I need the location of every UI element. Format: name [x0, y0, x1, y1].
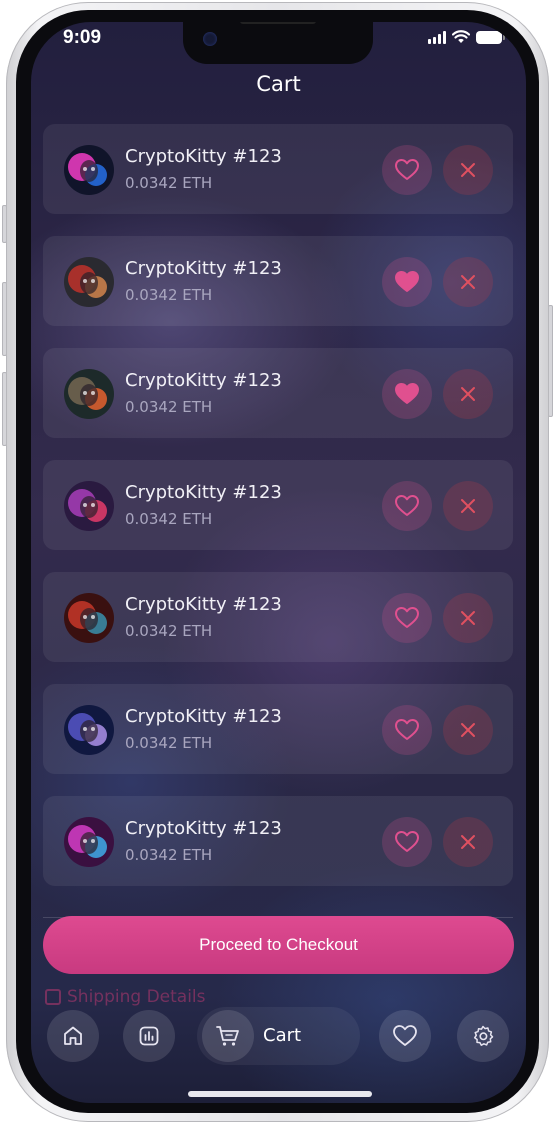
item-name: CryptoKitty #123 [125, 482, 282, 503]
close-icon [461, 611, 475, 625]
tab-bar: Cart [31, 1005, 526, 1071]
heart-icon [395, 719, 419, 740]
tab-home[interactable] [47, 1010, 99, 1062]
favorite-button[interactable] [382, 257, 432, 307]
nft-avatar [64, 145, 114, 195]
tab-cart-label: Cart [263, 1025, 302, 1046]
nft-avatar [64, 705, 114, 755]
cart-item[interactable]: CryptoKitty #123 0.0342 ETH [43, 796, 513, 886]
remove-button[interactable] [443, 481, 493, 531]
checkout-button[interactable]: Proceed to Checkout [43, 916, 514, 974]
nft-avatar [64, 369, 114, 419]
tab-favorites[interactable] [379, 1010, 431, 1062]
remove-button[interactable] [443, 705, 493, 755]
app-screen: 9:09 Cart CryptoKitty #123 0.0342 ETH Cr… [31, 22, 526, 1103]
status-time: 9:09 [63, 27, 102, 48]
tab-cart[interactable]: Cart [197, 1007, 360, 1065]
cart-item[interactable]: CryptoKitty #123 0.0342 ETH [43, 124, 513, 214]
nft-avatar [64, 817, 114, 867]
item-name: CryptoKitty #123 [125, 258, 282, 279]
heart-icon [395, 271, 419, 292]
signal-icon [428, 30, 446, 44]
front-camera [203, 32, 217, 46]
cart-item[interactable]: CryptoKitty #123 0.0342 ETH [43, 684, 513, 774]
cart-item[interactable]: CryptoKitty #123 0.0342 ETH [43, 572, 513, 662]
shipping-details-link[interactable]: Shipping Details [45, 987, 206, 1007]
speaker [240, 22, 316, 24]
item-name: CryptoKitty #123 [125, 818, 282, 839]
favorite-button[interactable] [382, 817, 432, 867]
close-icon [461, 275, 475, 289]
heart-icon [395, 159, 419, 180]
cart-item[interactable]: CryptoKitty #123 0.0342 ETH [43, 348, 513, 438]
favorite-button[interactable] [382, 481, 432, 531]
remove-button[interactable] [443, 257, 493, 307]
favorite-button[interactable] [382, 145, 432, 195]
nft-avatar [64, 257, 114, 307]
item-price: 0.0342 ETH [125, 846, 213, 864]
heart-icon [395, 831, 419, 852]
cart-list: CryptoKitty #123 0.0342 ETH CryptoKitty … [43, 124, 513, 908]
cart-item[interactable]: CryptoKitty #123 0.0342 ETH [43, 460, 513, 550]
wifi-icon [452, 30, 470, 43]
battery-icon [476, 30, 505, 44]
tab-settings[interactable] [457, 1010, 509, 1062]
cart-item[interactable]: CryptoKitty #123 0.0342 ETH [43, 236, 513, 326]
item-name: CryptoKitty #123 [125, 706, 282, 727]
shipping-label: Shipping Details [67, 987, 206, 1007]
chart-icon [139, 1026, 159, 1046]
nft-avatar [64, 593, 114, 643]
close-icon [461, 835, 475, 849]
item-price: 0.0342 ETH [125, 734, 213, 752]
heart-icon [395, 607, 419, 628]
heart-icon [395, 383, 419, 404]
item-price: 0.0342 ETH [125, 174, 213, 192]
favorite-button[interactable] [382, 369, 432, 419]
home-indicator [188, 1091, 372, 1097]
status-icons [428, 30, 505, 44]
cart-icon-button [202, 1010, 254, 1062]
heart-icon [393, 1025, 417, 1046]
close-icon [461, 387, 475, 401]
item-name: CryptoKitty #123 [125, 370, 282, 391]
close-icon [461, 163, 475, 177]
favorite-button[interactable] [382, 705, 432, 755]
close-icon [461, 723, 475, 737]
remove-button[interactable] [443, 369, 493, 419]
shipping-icon [45, 989, 61, 1005]
item-price: 0.0342 ETH [125, 510, 213, 528]
gear-icon [473, 1025, 494, 1046]
item-name: CryptoKitty #123 [125, 146, 282, 167]
page-title: Cart [256, 72, 301, 96]
remove-button[interactable] [443, 593, 493, 643]
favorite-button[interactable] [382, 593, 432, 643]
nft-avatar [64, 481, 114, 531]
item-price: 0.0342 ETH [125, 286, 213, 304]
item-name: CryptoKitty #123 [125, 594, 282, 615]
remove-button[interactable] [443, 145, 493, 195]
item-price: 0.0342 ETH [125, 622, 213, 640]
heart-icon [395, 495, 419, 516]
home-icon [64, 1026, 82, 1045]
item-price: 0.0342 ETH [125, 398, 213, 416]
tab-stats[interactable] [123, 1010, 175, 1062]
remove-button[interactable] [443, 817, 493, 867]
cart-icon [216, 1026, 239, 1046]
close-icon [461, 499, 475, 513]
